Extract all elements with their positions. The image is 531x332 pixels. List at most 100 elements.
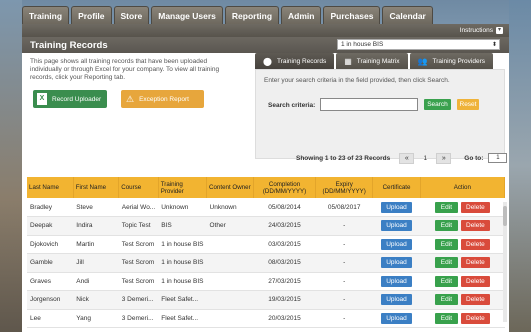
edit-button[interactable]: Edit: [434, 201, 458, 213]
tab-training-providers-label: Training Providers: [432, 57, 486, 65]
col-training-provider[interactable]: Training Provider: [158, 177, 208, 198]
col-action: Action: [420, 177, 506, 198]
caret-down-icon: ⬍: [491, 42, 497, 48]
table-cell: 05/08/2014: [253, 198, 316, 217]
record-uploader-button[interactable]: X Record Uploader: [33, 90, 107, 108]
upload-button[interactable]: Upload: [381, 238, 412, 250]
next-page-icon[interactable]: »: [436, 152, 452, 164]
content-panel: Instructions ▾ Training Records 1 in hou…: [22, 24, 509, 332]
table-cell: Bradley: [27, 198, 74, 217]
delete-button[interactable]: Delete: [461, 238, 490, 250]
nav-tab-profile[interactable]: Profile: [71, 6, 112, 24]
exception-report-button[interactable]: ⚠ Exception Report: [121, 90, 204, 108]
edit-button[interactable]: Edit: [434, 294, 458, 306]
nav-tab-training[interactable]: Training: [22, 6, 70, 24]
delete-button[interactable]: Delete: [461, 220, 490, 232]
table-cell: Gamble: [27, 253, 74, 273]
upload-button[interactable]: Upload: [381, 294, 412, 306]
edit-button[interactable]: Edit: [434, 257, 458, 269]
edit-button[interactable]: Edit: [434, 312, 458, 324]
upload-button[interactable]: Upload: [381, 201, 412, 213]
tab-training-matrix[interactable]: ▦ Training Matrix: [336, 53, 408, 69]
certificate-cell: Upload: [372, 235, 421, 254]
delete-button[interactable]: Delete: [461, 294, 490, 306]
nav-tab-admin[interactable]: Admin: [281, 6, 322, 24]
search-button[interactable]: Search: [424, 99, 451, 110]
col-certificate: Certificate: [372, 177, 421, 198]
table-cell: 1 in house BIS: [158, 235, 207, 254]
table-row: Lee Yang 3 Demeri... Fleet Safet... 20/03/20…: [27, 309, 505, 328]
edit-button[interactable]: Edit: [434, 220, 458, 232]
table-cell: 19/03/2015: [253, 290, 316, 310]
table-cell: Nick: [73, 290, 119, 310]
table-cell: Andi: [73, 272, 119, 291]
table-cell: Test Scrom: [118, 253, 159, 273]
table-cell: Test Scrom: [118, 235, 159, 254]
excel-icon: X: [37, 93, 47, 105]
upload-button[interactable]: Upload: [381, 257, 412, 269]
col-completion[interactable]: Completion (DD/MM/YYYY): [253, 177, 317, 198]
delete-button[interactable]: Delete: [461, 257, 490, 269]
col-content-owner[interactable]: Content Owner: [206, 177, 255, 198]
edit-button[interactable]: Edit: [434, 275, 458, 287]
table-cell: Fleet Safet...: [158, 290, 207, 310]
upload-button[interactable]: Upload: [381, 275, 412, 287]
search-panel: Enter your search criteria in the field …: [255, 69, 505, 159]
records-count: Showing 1 to 23 of 23 Records: [296, 154, 391, 162]
action-cell: Edit Delete: [420, 253, 505, 273]
table-cell: 24/03/2015: [253, 216, 316, 236]
edit-button[interactable]: Edit: [434, 238, 458, 250]
instructions-link[interactable]: Instructions: [460, 27, 493, 34]
table-cell: Aerial Wo...: [118, 198, 159, 217]
table-row: Jorgenson Nick 3 Demeri... Fleet Safet... 19…: [27, 290, 505, 310]
search-input[interactable]: [320, 98, 418, 111]
goto-label: Go to:: [464, 154, 484, 162]
upload-button[interactable]: Upload: [381, 220, 412, 232]
table-cell: Deepak: [27, 216, 74, 236]
certificate-cell: Upload: [372, 216, 421, 236]
table-cell: 1 in house BIS: [158, 253, 207, 273]
scrollbar-thumb[interactable]: [503, 206, 507, 226]
col-course[interactable]: Course: [118, 177, 159, 198]
nav-tab-store[interactable]: Store: [113, 6, 150, 24]
delete-button[interactable]: Delete: [461, 201, 490, 213]
background-left: [0, 0, 22, 332]
table-row: Bradley Steve Aerial Wo... Unknown Unknown 05…: [27, 198, 505, 217]
delete-button[interactable]: Delete: [461, 275, 490, 287]
intro-text: This page shows all training records tha…: [30, 58, 220, 81]
nav-tab-purchases[interactable]: Purchases: [323, 6, 381, 24]
delete-button[interactable]: Delete: [461, 312, 490, 324]
certificate-cell: Upload: [372, 272, 421, 291]
prev-page-icon[interactable]: «: [399, 152, 415, 164]
upload-button[interactable]: Upload: [381, 312, 412, 324]
goto-select[interactable]: 1: [488, 153, 508, 163]
provider-select-value: 1 in house BIS: [341, 41, 384, 48]
action-cell: Edit Delete: [420, 290, 505, 310]
col-first-name[interactable]: First Name: [73, 177, 120, 198]
table-cell: Indira: [73, 216, 119, 236]
col-last-name[interactable]: Last Name: [27, 177, 74, 198]
tab-training-records[interactable]: ⬤ Training Records: [255, 53, 335, 69]
nav-tab-manage-users[interactable]: Manage Users: [151, 6, 223, 24]
provider-select[interactable]: 1 in house BIS ⬍: [337, 39, 500, 50]
tab-training-providers[interactable]: 👥 Training Providers: [409, 53, 494, 69]
nav-tab-calendar[interactable]: Calendar: [382, 6, 433, 24]
table-cell: Unknown: [206, 198, 254, 217]
nav-tab-reporting[interactable]: Reporting: [224, 6, 280, 24]
records-table: Last Name First Name Course Training Pro…: [27, 177, 506, 328]
background-right: [509, 0, 531, 332]
col-expiry[interactable]: Expiry (DD/MM/YYYY): [315, 177, 374, 198]
table-cell: -: [315, 272, 373, 291]
table-cell: [206, 253, 254, 273]
reset-button[interactable]: Reset: [457, 99, 479, 110]
table-cell: Lee: [27, 309, 74, 328]
table-cell: [206, 272, 254, 291]
certificate-cell: Upload: [372, 198, 421, 217]
sub-tabs: ⬤ Training Records ▦ Training Matrix 👥 T…: [255, 53, 494, 69]
chevron-down-icon[interactable]: ▾: [496, 27, 503, 34]
table-scrollbar[interactable]: [503, 202, 507, 322]
main-nav: Training Profile Store Manage Users Repo…: [22, 6, 433, 24]
table-cell: -: [315, 235, 373, 254]
table-row: Djokovich Martin Test Scrom 1 in house BIS 0…: [27, 235, 505, 254]
table-cell: 20/03/2015: [253, 309, 316, 328]
